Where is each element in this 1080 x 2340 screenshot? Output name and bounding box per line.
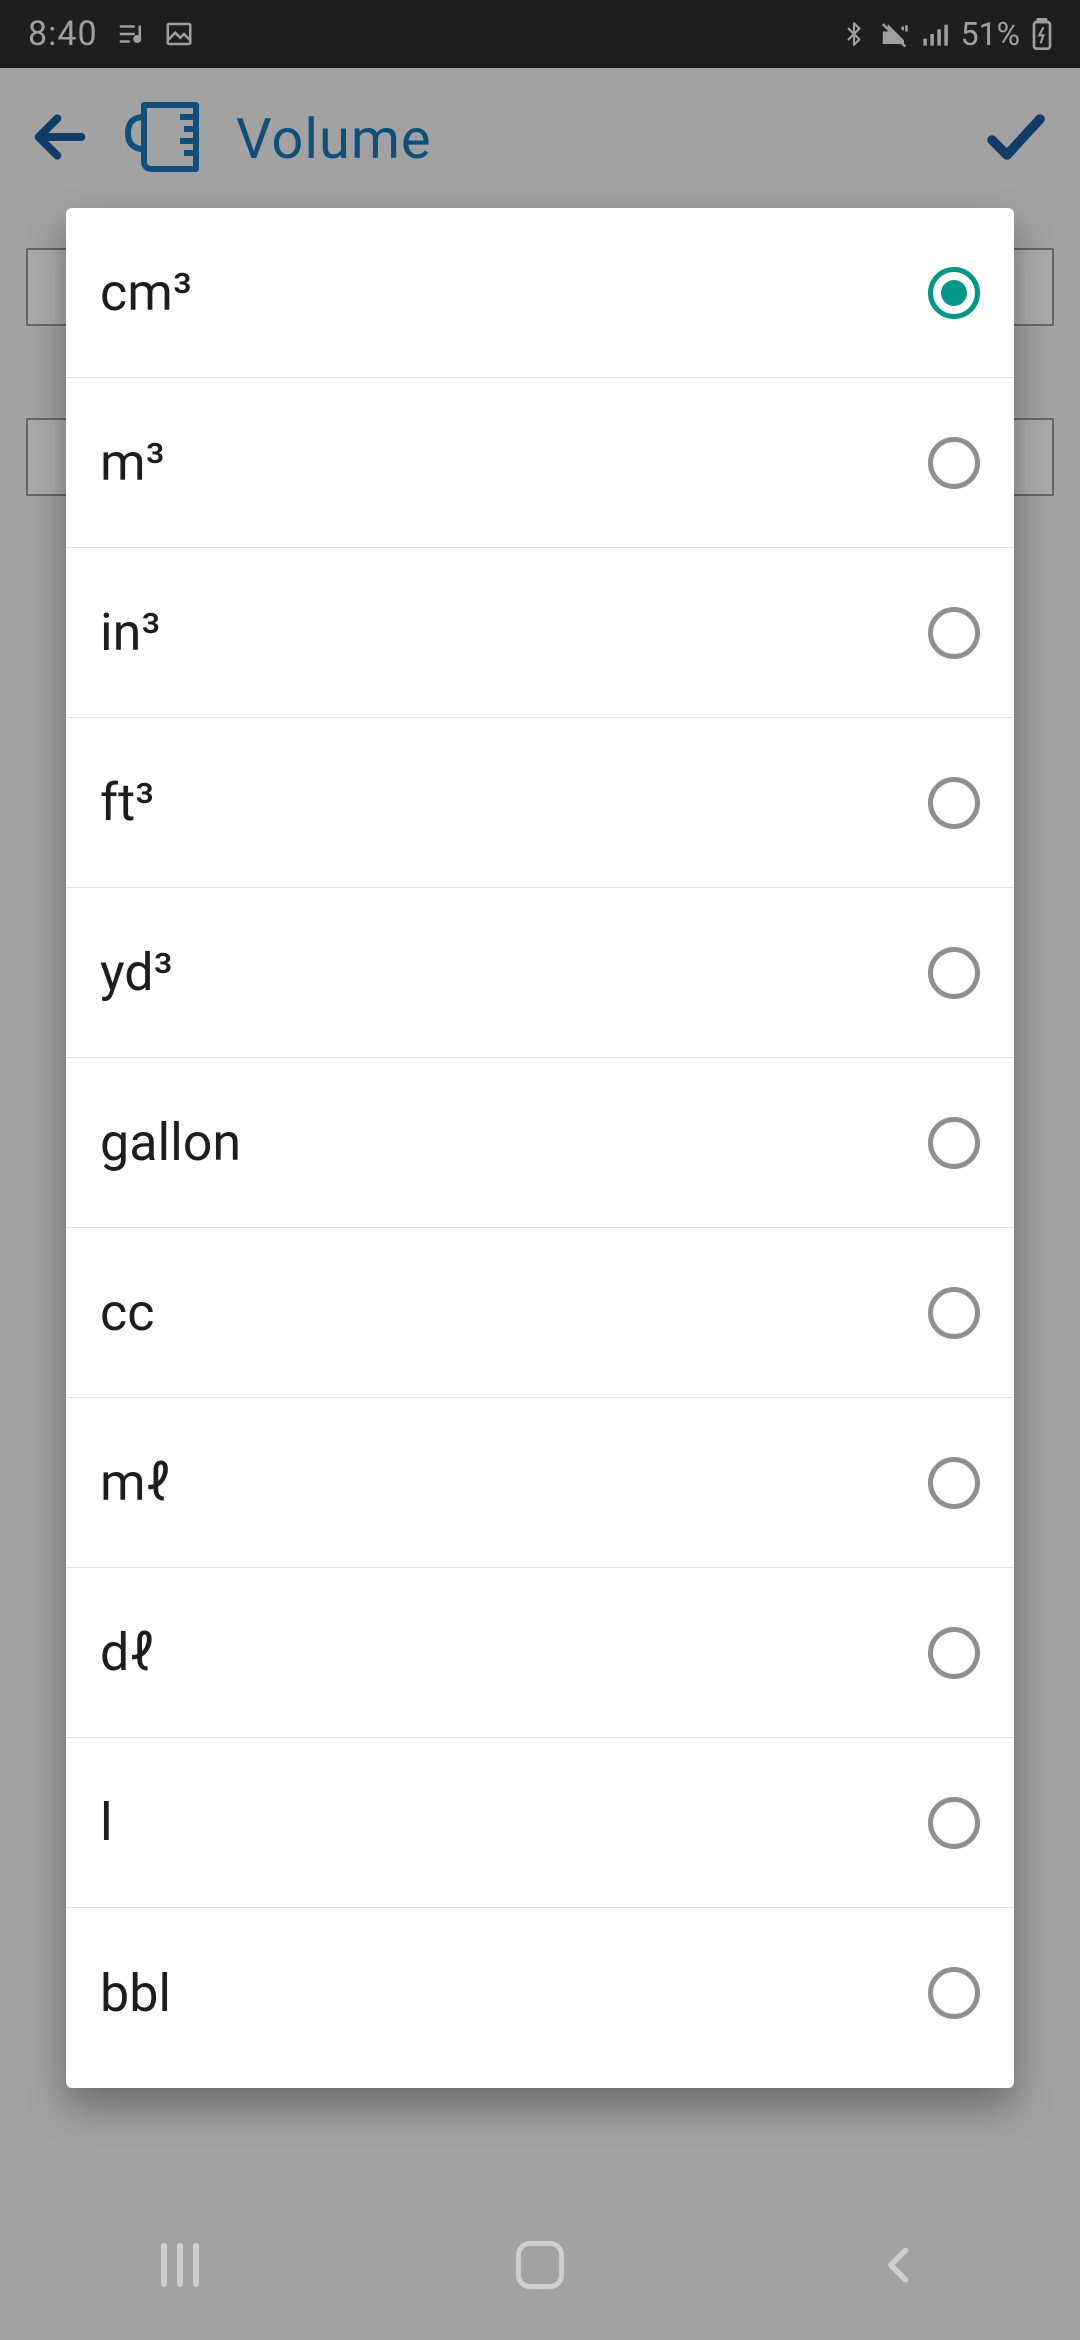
unit-option[interactable]: yd³ (66, 888, 1014, 1058)
unit-option-label: m³ (100, 432, 165, 493)
unit-option[interactable]: dℓ (66, 1568, 1014, 1738)
system-nav-bar (0, 2190, 1080, 2340)
radio-icon (928, 1967, 980, 2019)
unit-option-label: bbl (100, 1963, 171, 2024)
unit-option-label: l (100, 1792, 113, 1853)
unit-option[interactable]: l (66, 1738, 1014, 1908)
unit-option[interactable]: bbl (66, 1908, 1014, 2078)
unit-option[interactable]: cm³ (66, 208, 1014, 378)
unit-option-label: yd³ (100, 942, 173, 1003)
radio-icon (928, 947, 980, 999)
home-button[interactable] (450, 2225, 630, 2305)
radio-icon (928, 1287, 980, 1339)
unit-option-label: ft³ (100, 772, 154, 833)
recents-button[interactable] (90, 2225, 270, 2305)
radio-icon (928, 267, 980, 319)
radio-icon (928, 607, 980, 659)
unit-selection-dialog: cm³ m³ in³ ft³ yd³ gallon cc mℓ dℓ l bbl (66, 208, 1014, 2088)
unit-list[interactable]: cm³ m³ in³ ft³ yd³ gallon cc mℓ dℓ l bbl (66, 208, 1014, 2088)
radio-icon (928, 1117, 980, 1169)
unit-option[interactable]: m³ (66, 378, 1014, 548)
radio-icon (928, 1797, 980, 1849)
unit-option-label: in³ (100, 602, 160, 663)
unit-option-label: dℓ (100, 1622, 154, 1683)
unit-option-label: cc (100, 1282, 154, 1343)
unit-option[interactable]: mℓ (66, 1398, 1014, 1568)
radio-icon (928, 437, 980, 489)
unit-option-label: cm³ (100, 262, 192, 323)
radio-icon (928, 1627, 980, 1679)
unit-option[interactable]: cc (66, 1228, 1014, 1398)
radio-icon (928, 1457, 980, 1509)
radio-icon (928, 777, 980, 829)
unit-option[interactable]: gallon (66, 1058, 1014, 1228)
unit-option[interactable]: ft³ (66, 718, 1014, 888)
back-button[interactable] (810, 2225, 990, 2305)
unit-option[interactable]: in³ (66, 548, 1014, 718)
unit-option-label: gallon (100, 1112, 241, 1173)
unit-option-label: mℓ (100, 1452, 170, 1513)
